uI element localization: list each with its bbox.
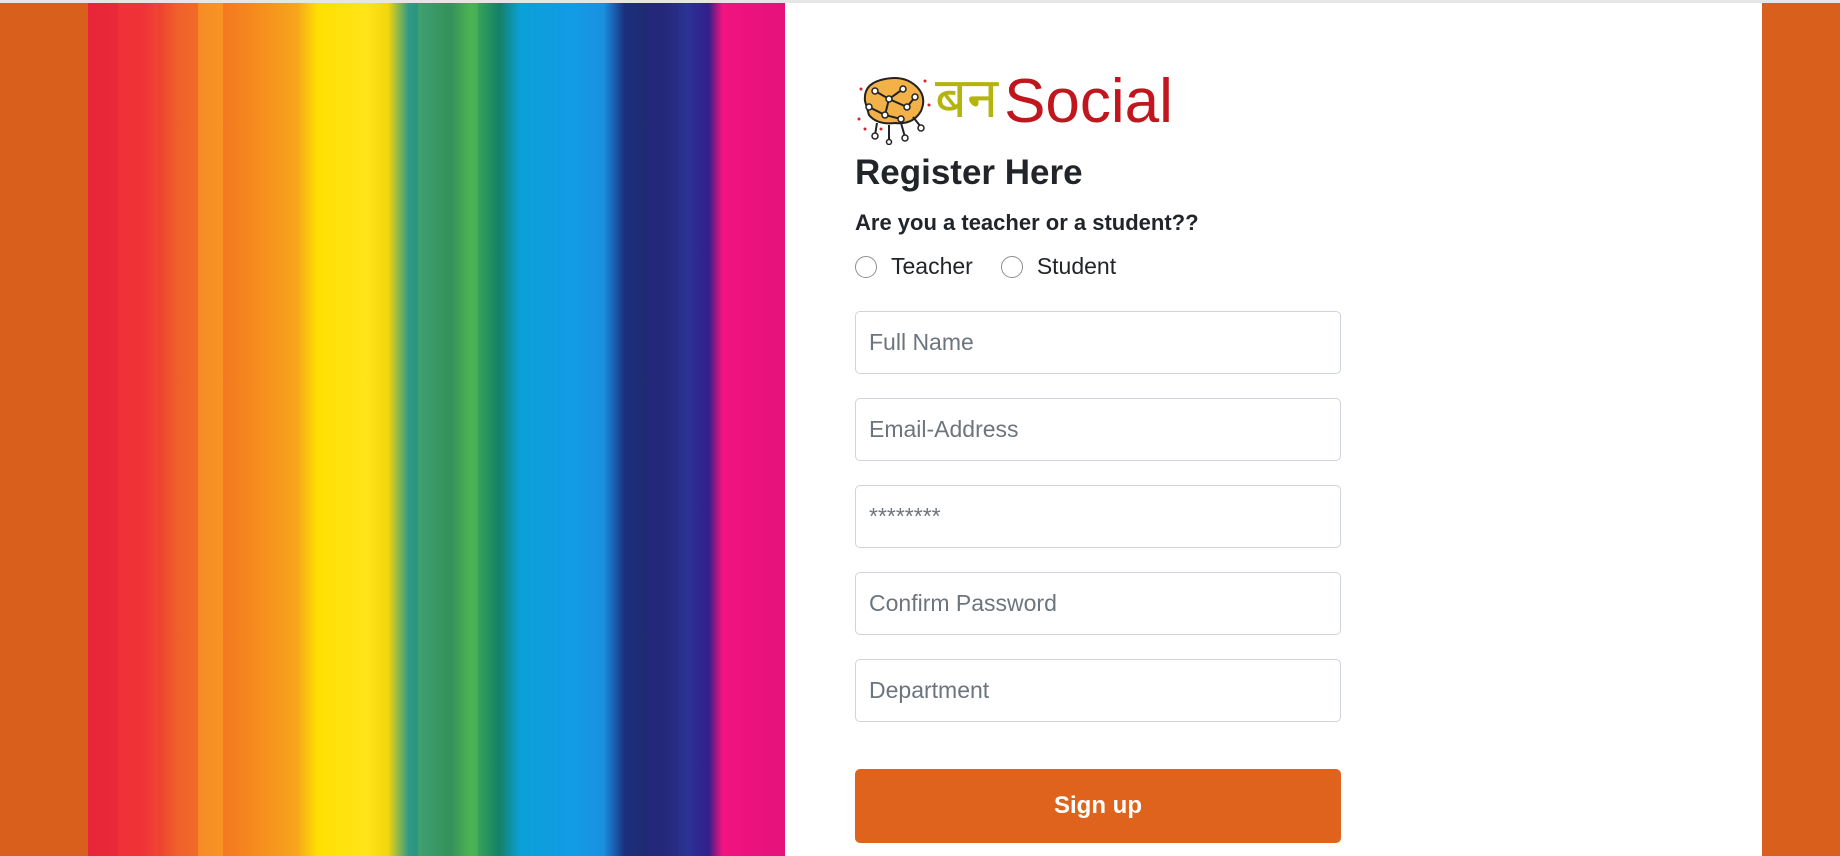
email-input[interactable] xyxy=(855,398,1341,461)
page-title: Register Here xyxy=(855,153,1083,192)
brain-network-icon xyxy=(855,69,931,145)
teacher-label: Teacher xyxy=(891,253,973,279)
brand-social-text: Social xyxy=(1004,67,1173,136)
role-radio-group: Teacher Student xyxy=(855,253,1144,280)
confirm-password-input[interactable] xyxy=(855,572,1341,635)
sign-up-button[interactable]: Sign up xyxy=(855,769,1341,843)
role-teacher-option[interactable]: Teacher xyxy=(855,253,973,280)
rainbow-paint-image xyxy=(88,3,785,856)
form-area: बन Social Register Here Are you a teache… xyxy=(785,3,1762,856)
department-input[interactable] xyxy=(855,659,1341,722)
student-label: Student xyxy=(1036,253,1117,279)
full-name-input[interactable] xyxy=(855,311,1341,374)
teacher-radio[interactable] xyxy=(855,255,877,278)
student-radio[interactable] xyxy=(1000,255,1023,278)
brand-hindi-text: बन xyxy=(935,66,999,131)
password-input[interactable] xyxy=(855,485,1341,548)
role-question: Are you a teacher or a student?? xyxy=(855,210,1199,235)
register-card: बन Social Register Here Are you a teache… xyxy=(88,3,1762,856)
role-student-option[interactable]: Student xyxy=(1000,253,1117,280)
brand-logo[interactable]: बन Social xyxy=(855,55,1173,145)
